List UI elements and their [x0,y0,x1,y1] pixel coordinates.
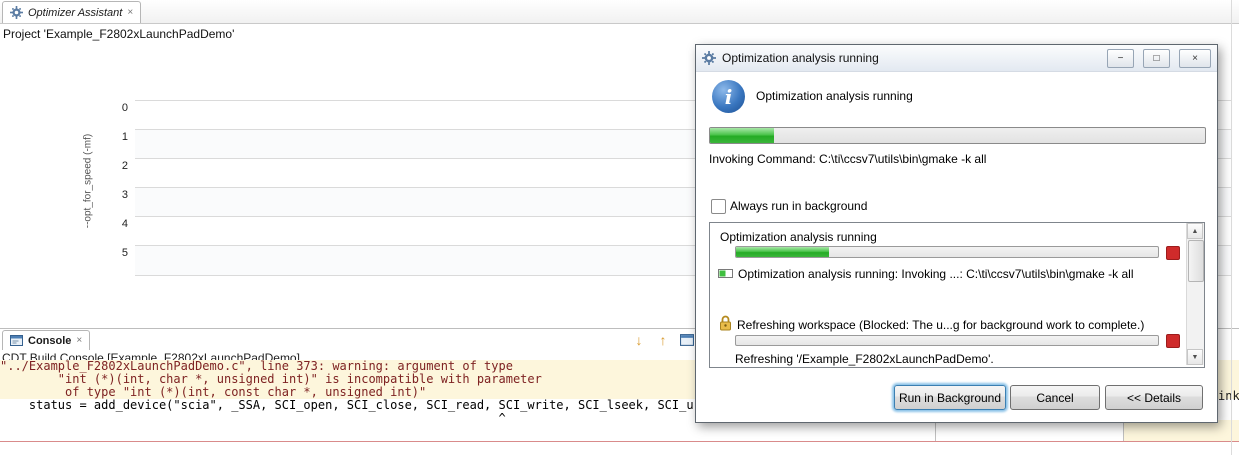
progress-fill [710,128,775,143]
main-progress-bar [709,127,1206,144]
close-icon[interactable]: × [1179,48,1211,68]
cancel-button[interactable]: Cancel [1010,385,1100,410]
job-label: Refreshing workspace (Blocked: The u...g… [737,318,1145,332]
chart-y-axis-label: --opt_for_speed (-mf) [82,133,94,229]
terminate-job-icon[interactable] [1166,246,1180,260]
job-label: Optimization analysis running [720,230,877,244]
dialog-title: Optimization analysis running [722,51,879,65]
background-panel-fragment [1123,420,1239,441]
tab-console[interactable]: Console × [2,330,91,350]
progress-dialog: Optimization analysis running − □ × i Op… [695,44,1218,423]
chart-tick-label: 4 [121,218,128,230]
panel-divider [935,420,936,441]
console-tab-close-icon[interactable]: × [76,335,82,346]
progress-fill [736,247,829,257]
run-in-background-button[interactable]: Run in Background [894,385,1006,410]
console-tab-label: Console [28,334,72,347]
restore-icon[interactable]: □ [1143,48,1170,68]
checkbox-label[interactable]: Always run in background [730,199,867,213]
dialog-icon [702,51,716,65]
chart-tick-label: 3 [121,189,128,201]
job-label: Refreshing '/Example_F2802xLaunchPadDemo… [735,352,994,366]
job-progress-bar [735,246,1159,258]
dialog-heading: Optimization analysis running [756,89,913,103]
editor-tabbar: Optimizer Assistant × [0,0,1239,24]
scrollbar-thumb[interactable] [1188,240,1204,282]
chart-tick-label: 0 [121,102,128,114]
progress-job-list: Optimization analysis running Optimizati… [709,222,1205,368]
job-label: Optimization analysis running: Invoking … [738,267,1134,281]
console-toolbar-icon[interactable] [678,331,696,349]
scroll-up-icon[interactable]: ▲ [1187,223,1203,239]
tab-close-icon[interactable]: × [127,7,133,18]
editor-right-edge [1231,0,1232,455]
lock-icon [719,315,732,331]
minimize-icon[interactable]: − [1107,48,1134,68]
info-icon: i [712,80,745,113]
clipped-text-fragment: ink [1218,389,1239,403]
project-label: Project 'Example_F2802xLaunchPadDemo' [3,27,235,41]
console-icon [10,335,23,346]
always-run-background-checkbox[interactable] [711,199,726,214]
list-scrollbar[interactable]: ▲ ▼ [1186,223,1204,365]
next-marker-icon[interactable]: ↓ [630,331,648,349]
horizontal-rule [0,441,1239,442]
subtask-progress-icon [718,269,733,278]
previous-marker-icon[interactable]: ↑ [654,331,672,349]
invoking-command-text: Invoking Command: C:\ti\ccsv7\utils\bin\… [709,152,987,166]
application-window: Optimizer Assistant × Project 'Example_F… [0,0,1239,455]
details-toggle-button[interactable]: << Details [1105,385,1203,410]
dialog-titlebar[interactable]: Optimization analysis running − □ × [696,45,1217,72]
tab-optimizer-assistant[interactable]: Optimizer Assistant × [2,1,142,23]
terminate-job-icon[interactable] [1166,334,1180,348]
chart-tick-label: 5 [121,247,128,259]
job-progress-bar [735,335,1159,346]
optimizer-assistant-icon [10,6,23,19]
chart-tick-label: 1 [121,131,128,143]
scroll-down-icon[interactable]: ▼ [1187,349,1203,365]
tab-label: Optimizer Assistant [28,6,123,19]
chart-tick-label: 2 [121,160,128,172]
